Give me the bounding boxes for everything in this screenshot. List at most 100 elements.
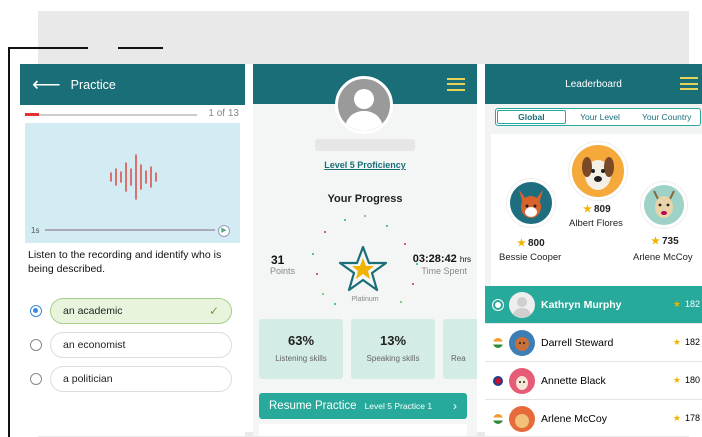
flag-uk-icon [493,375,503,386]
audio-time: 1s [31,226,40,235]
radio-icon[interactable] [30,373,42,385]
skill-label: Listening skills [275,354,327,363]
flag-india-icon [493,337,503,348]
points-value: 31 [271,253,285,267]
skill-percent: 63% [287,333,315,348]
row-score: ★ 178 [672,413,700,423]
time-value: 03:28:42 hrs [412,253,471,265]
avatar [509,291,535,318]
star-badge-icon [333,239,393,299]
option-label: a politician [63,373,113,385]
skills-row: 63% Listening skills 13% Speaking skills… [259,319,477,379]
option-pill[interactable]: an academic ✓ [50,298,232,324]
avatar-rank-2[interactable] [507,179,555,227]
avatar-rank-3[interactable] [641,182,687,228]
skill-label: Speaking skills [366,354,420,363]
row-name: Annette Black [541,374,606,387]
resume-label: Resume Practice [269,400,357,412]
leaderboard-row[interactable]: Arlene McCoy ★ 178 [485,400,702,436]
star-icon: ★ [672,413,681,423]
top-gray-banner [38,11,689,64]
leaderboard-row-current-user[interactable]: Kathryn Murphy ★ 182 [485,286,702,324]
resume-practice-button[interactable]: Resume Practice Level 5 Practice 1 › [259,393,467,419]
leaderboard-title: Leaderboard [565,78,622,90]
progress-screen: Level 5 Proficiency Your Progress 31 Poi… [253,64,477,436]
decor-line-top-left [8,47,88,49]
skill-percent [451,333,477,348]
option-3[interactable]: a politician [30,366,245,392]
star-icon: ★ [651,236,660,247]
podium-name-3: Arlene McCoy [633,252,693,263]
avatar-rank-1[interactable] [569,142,627,200]
row-name: Kathryn Murphy [541,298,622,311]
row-score: ★ 182 [672,337,700,347]
skill-card-listening[interactable]: 63% Listening skills [259,319,343,379]
podium-score-2: ★ 800 [517,238,545,249]
option-2[interactable]: an economist [30,332,245,358]
practice-title: Practice [70,77,116,92]
practice-header: ⟵ Practice [20,64,245,105]
avatar [509,405,535,432]
play-icon[interactable]: ▶ [218,225,230,237]
star-icon: ★ [672,299,681,309]
checkmark-icon: ✓ [208,304,219,318]
podium-score-1: ★ 809 [583,204,611,215]
user-name-placeholder [315,139,415,151]
row-score: ★ 182 [672,299,700,309]
option-pill[interactable]: a politician [50,366,232,392]
avatar [509,329,535,356]
audio-scrubber[interactable] [45,229,215,231]
leaderboard-tabs: Global Your Level Your Country [495,108,701,126]
star-icon: ★ [672,375,681,385]
practice-progress: 1 of 13 [20,105,245,123]
row-name: Arlene McCoy [541,412,607,425]
skill-percent: 13% [379,333,407,348]
practice-screen: ⟵ Practice 1 of 13 1s ▶ Listen to the re… [20,64,245,436]
hamburger-menu-icon[interactable] [680,77,698,90]
leaderboard-list: Kathryn Murphy ★ 182 Darrell Steward ★ 182… [485,286,702,436]
back-arrow-icon[interactable]: ⟵ [32,75,61,95]
progress-heading: Your Progress [327,193,403,205]
tab-your-level[interactable]: Your Level [567,109,634,125]
option-pill[interactable]: an economist [50,332,232,358]
progress-counter: 1 of 13 [208,108,239,119]
option-1[interactable]: an academic ✓ [30,298,245,324]
fox-avatar-icon [519,190,543,218]
star-icon: ★ [583,204,592,215]
leaderboard-row[interactable]: Annette Black ★ 180 [485,362,702,400]
skill-card-speaking[interactable]: 13% Speaking skills [351,319,435,379]
resume-detail: Level 5 Practice 1 [364,401,433,411]
avatar [509,367,535,394]
question-text: Listen to the recording and identify who… [28,249,222,275]
skill-label: Rea [451,354,466,363]
decor-line-vertical [8,47,10,437]
leaderboard-screen: Leaderboard Global Your Level Your Count… [485,64,702,436]
podium-name-2: Bessie Cooper [499,252,562,263]
leaderboard-header: Leaderboard [485,64,702,104]
badge-label: Platinum [351,296,379,303]
radio-selected-icon[interactable] [30,305,42,317]
tab-global[interactable]: Global [497,110,566,124]
next-card-edge [259,424,467,436]
star-icon: ★ [672,337,681,347]
hamburger-menu-icon[interactable] [447,77,465,91]
audio-player: 1s ▶ [25,123,240,243]
row-score: ★ 180 [672,375,700,385]
skill-card-reading[interactable]: Rea [443,319,477,379]
avatar [335,76,393,134]
points-label: Points [270,266,296,276]
leaderboard-row[interactable]: Darrell Steward ★ 182 [485,324,702,362]
radio-icon[interactable] [30,339,42,351]
time-label: Time Spent [421,266,467,276]
star-icon: ★ [517,238,526,249]
tab-your-country[interactable]: Your Country [633,109,700,125]
podium: ★ 809 Albert Flores ★ 800 Bessie Cooper ★ 7… [491,134,702,286]
option-label: an academic [63,305,123,317]
chevron-right-icon: › [453,399,457,413]
goat-avatar-icon [653,190,675,218]
decor-line-top-right [118,47,163,49]
proficiency-link[interactable]: Level 5 Proficiency [253,160,477,170]
podium-score-3: ★ 735 [651,236,679,247]
flag-india-icon [493,413,503,424]
sound-wave-icon [110,154,157,200]
